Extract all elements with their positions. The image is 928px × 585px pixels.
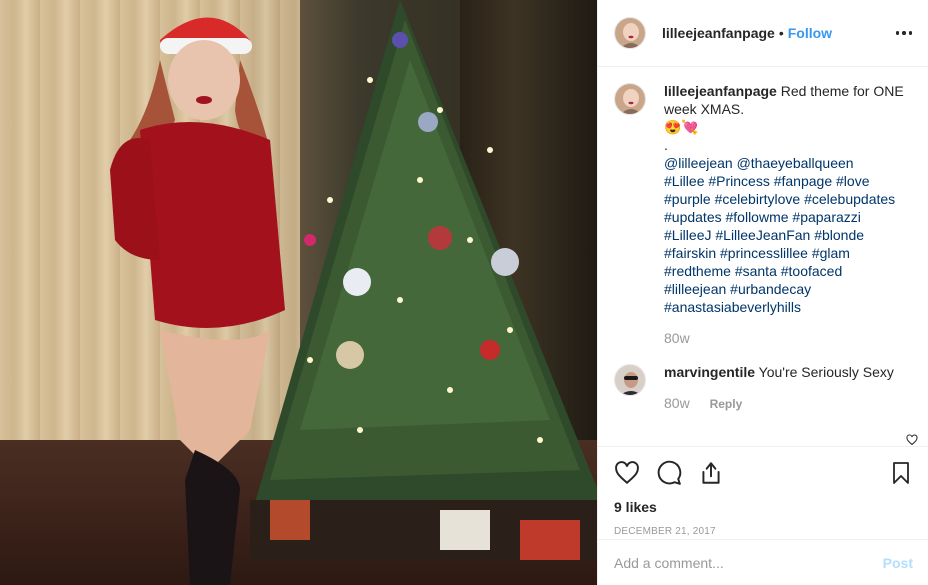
share-icon[interactable]	[698, 460, 724, 486]
comment-input[interactable]	[614, 554, 883, 571]
comment-icon[interactable]	[656, 460, 682, 486]
caption-username[interactable]: lilleejeanfanpage	[664, 83, 777, 99]
hashtag-line[interactable]: #updates #followme #paparazzi	[664, 208, 912, 226]
caption-text: lilleejeanfanpage Red theme for ONE week…	[664, 82, 912, 347]
reply-button[interactable]: Reply	[710, 397, 743, 411]
person-figure	[110, 17, 285, 585]
more-options-icon[interactable]	[895, 31, 912, 35]
avatar[interactable]	[614, 364, 646, 396]
bookmark-icon[interactable]	[889, 460, 913, 486]
heart-icon[interactable]	[614, 460, 640, 486]
caption: lilleejeanfanpage Red theme for ONE week…	[614, 82, 912, 347]
comment-text: marvingentile You're Seriously Sexy 80w …	[664, 363, 912, 413]
likes-count[interactable]: 9 likes	[614, 499, 913, 515]
header-username[interactable]: lilleejeanfanpage	[662, 25, 775, 41]
hashtag-line[interactable]: @lilleejean @thaeyeballqueen	[664, 154, 912, 172]
comment-meta: 80w Reply	[664, 394, 912, 413]
comments-section: lilleejeanfanpage Red theme for ONE week…	[598, 67, 928, 446]
hashtag-line[interactable]: #LilleeJ #LilleeJeanFan #blonde	[664, 226, 912, 244]
post-actions: 9 likes DECEMBER 21, 2017	[598, 446, 928, 537]
post-date[interactable]: DECEMBER 21, 2017	[614, 526, 913, 537]
follow-button[interactable]: Follow	[788, 25, 832, 41]
post-photo[interactable]	[0, 0, 597, 585]
caption-emoji: 😍💘	[664, 119, 699, 135]
post-button[interactable]: Post	[883, 555, 913, 571]
hashtag-line[interactable]: #redtheme #santa #toofaced	[664, 262, 912, 280]
hashtag-line[interactable]: #Lillee #Princess #fanpage #love	[664, 172, 912, 190]
comment-body: You're Seriously Sexy	[758, 364, 894, 380]
hashtag-line[interactable]: #anastasiabeverlyhills	[664, 298, 912, 316]
comment-timestamp[interactable]: 80w	[664, 395, 690, 411]
action-icons	[614, 459, 913, 487]
separator-dot: •	[778, 25, 784, 41]
hashtags: @lilleejean @thaeyeballqueen #Lillee #Pr…	[664, 154, 912, 316]
caption-dot: .	[664, 137, 668, 153]
comment: marvingentile You're Seriously Sexy 80w …	[614, 363, 912, 413]
hashtag-line[interactable]: #purple #celebirtylove #celebupdates	[664, 190, 912, 208]
comment-username[interactable]: marvingentile	[664, 364, 755, 380]
hashtag-line[interactable]: #fairskin #princesslillee #glam	[664, 244, 912, 262]
comment-like-icon[interactable]	[906, 434, 918, 446]
post-sidebar: lilleejeanfanpage • Follow lilleejeanfan…	[597, 0, 928, 585]
post-header: lilleejeanfanpage • Follow	[598, 0, 928, 67]
avatar[interactable]	[614, 83, 646, 115]
caption-timestamp[interactable]: 80w	[664, 329, 912, 347]
hashtag-line[interactable]: #lilleejean #urbandecay	[664, 280, 912, 298]
add-comment-bar: Post	[598, 539, 928, 585]
avatar[interactable]	[614, 17, 646, 49]
